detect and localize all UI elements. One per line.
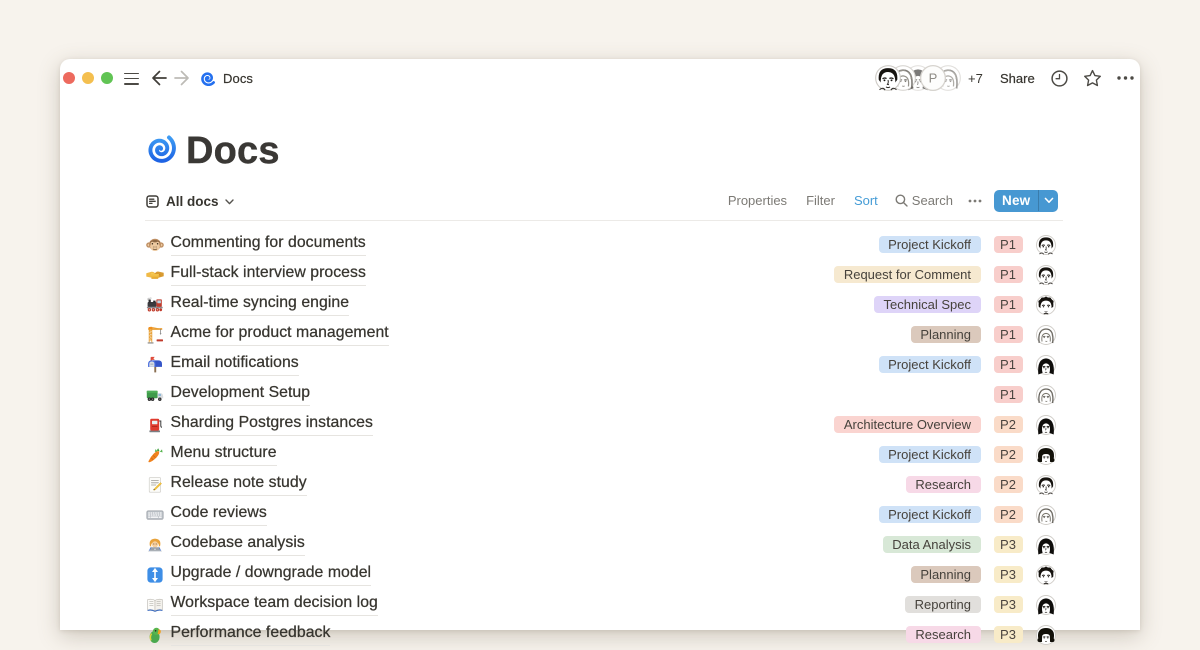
- svg-text:P: P: [929, 71, 938, 86]
